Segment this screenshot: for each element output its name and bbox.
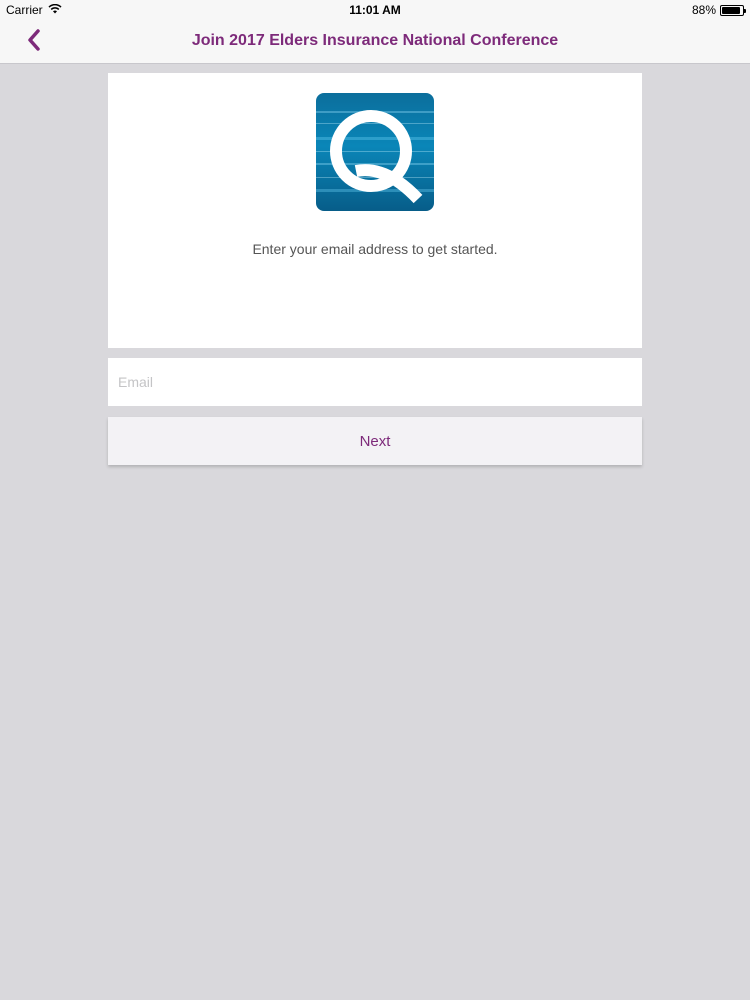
navigation-bar: Join 2017 Elders Insurance National Conf…	[0, 20, 750, 64]
next-button[interactable]: Next	[108, 417, 642, 465]
status-bar: Carrier 11:01 AM 88%	[0, 0, 750, 20]
intro-card: Enter your email address to get started.	[108, 73, 642, 348]
battery-percent: 88%	[691, 3, 716, 17]
battery-icon	[720, 4, 746, 16]
intro-text: Enter your email address to get started.	[252, 241, 498, 257]
status-time: 11:01 AM	[349, 3, 401, 17]
q-app-logo	[316, 93, 434, 211]
page-title: Join 2017 Elders Insurance National Conf…	[191, 32, 559, 49]
email-field[interactable]	[108, 358, 642, 406]
status-right: 88%	[691, 3, 746, 17]
battery-fill	[722, 6, 740, 14]
